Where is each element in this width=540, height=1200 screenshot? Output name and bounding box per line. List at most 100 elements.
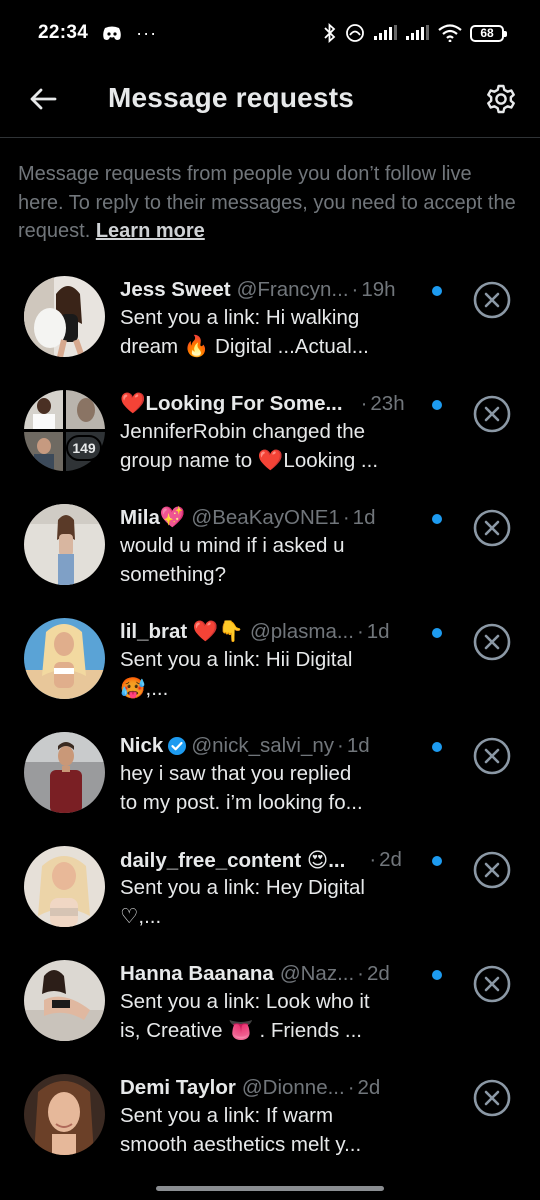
request-row[interactable]: Demi Taylor @Dionne... · 2d Sent you a l…	[0, 1068, 540, 1182]
dismiss-request-button[interactable]	[472, 280, 512, 320]
sender-name: Nick	[120, 734, 164, 757]
status-right: 68	[324, 23, 507, 43]
close-circle-icon	[473, 1079, 511, 1117]
sender-handle: @BeaKayONE1	[191, 506, 340, 529]
request-content: Demi Taylor @Dionne... · 2d Sent you a l…	[120, 1074, 450, 1159]
separator-dot: ·	[337, 734, 344, 757]
avatar	[24, 504, 105, 585]
dismiss-request-button[interactable]	[472, 850, 512, 890]
close-circle-icon	[473, 623, 511, 661]
separator-dot: ·	[357, 962, 364, 985]
message-preview: hey i saw that you replied to my post. i…	[120, 762, 363, 814]
gear-icon	[487, 84, 515, 114]
close-circle-icon	[473, 965, 511, 1003]
request-content: daily_free_content 😍... · 2d Sent you a …	[120, 846, 450, 931]
dismiss-request-button[interactable]	[472, 964, 512, 1004]
request-header: Nick @nick_salvi_ny · 1d	[120, 732, 450, 760]
separator-dot: ·	[351, 278, 359, 301]
request-header: Jess Sweet @Francyn... · 19h	[120, 276, 450, 304]
unread-indicator	[432, 514, 442, 524]
sender-handle: @nick_salvi_ny	[191, 734, 335, 757]
unread-indicator	[432, 628, 442, 638]
sender-handle: @Dionne...	[241, 1076, 345, 1099]
sender-handle: @plasma...	[249, 620, 354, 643]
request-header: lil_brat ❤️👇 @plasma... · 1d	[120, 618, 450, 646]
separator-dot: ·	[347, 1076, 355, 1099]
avatar	[24, 732, 105, 813]
status-time: 22:34	[38, 22, 89, 43]
back-button[interactable]	[26, 82, 60, 116]
group-name: ❤️Looking For Some...	[120, 392, 343, 415]
battery-indicator: 68	[470, 24, 507, 42]
dismiss-request-button[interactable]	[472, 1078, 512, 1118]
group-member-count: 149	[66, 435, 102, 461]
avatar	[24, 960, 105, 1041]
separator-dot: ·	[360, 392, 368, 415]
sender-name: lil_brat ❤️👇	[120, 620, 244, 643]
avatar	[24, 276, 105, 357]
request-row[interactable]: Mila💖 @BeaKayONE1 · 1d would u mind if i…	[0, 498, 540, 612]
avatar	[24, 618, 105, 699]
bluetooth-icon	[324, 23, 336, 43]
request-row[interactable]: Hanna Baanana @Naz... · 2d Sent you a li…	[0, 954, 540, 1068]
unread-indicator	[432, 400, 442, 410]
sender-name: Jess Sweet	[120, 278, 231, 301]
sender-name: daily_free_content 😍...	[120, 848, 346, 872]
request-row[interactable]: lil_brat ❤️👇 @plasma... · 1d Sent you a …	[0, 612, 540, 726]
message-preview: Sent you a link: If warm smooth aestheti…	[120, 1104, 362, 1156]
discord-icon	[102, 26, 122, 41]
request-row[interactable]: Jess Sweet @Francyn... · 19h Sent you a …	[0, 270, 540, 384]
timestamp: 2d	[357, 1076, 381, 1099]
close-circle-icon	[473, 737, 511, 775]
separator-dot: ·	[356, 620, 364, 643]
sender-name: Mila💖	[120, 506, 186, 529]
message-preview: Sent you a link: Hi walking dream 🔥 Digi…	[120, 306, 369, 358]
request-row[interactable]: daily_free_content 😍... · 2d Sent you a …	[0, 840, 540, 954]
intro-text: Message requests from people you don’t f…	[18, 160, 522, 246]
avatar	[24, 846, 105, 927]
unread-indicator	[432, 856, 442, 866]
timestamp: 1d	[366, 620, 390, 643]
sender-handle: @Naz...	[279, 962, 355, 985]
request-content: lil_brat ❤️👇 @plasma... · 1d Sent you a …	[120, 618, 450, 703]
request-header: daily_free_content 😍... · 2d	[120, 846, 450, 874]
message-preview: Sent you a link: Hii Digital 🥵,...	[120, 648, 353, 700]
close-circle-icon	[473, 509, 511, 547]
dismiss-request-button[interactable]	[472, 508, 512, 548]
dismiss-request-button[interactable]	[472, 736, 512, 776]
sender-handle: @Francyn...	[236, 278, 349, 301]
unread-indicator	[432, 970, 442, 980]
home-indicator[interactable]	[156, 1186, 384, 1191]
intro-description: Message requests from people you don’t f…	[18, 163, 516, 242]
page-title: Message requests	[108, 82, 354, 113]
signal-icon-2	[406, 25, 430, 41]
sender-name: Demi Taylor	[120, 1076, 236, 1099]
request-row[interactable]: Nick @nick_salvi_ny · 1d hey i saw that …	[0, 726, 540, 840]
request-content: Mila💖 @BeaKayONE1 · 1d would u mind if i…	[120, 504, 450, 589]
avatar	[24, 1074, 105, 1155]
request-content: Nick @nick_salvi_ny · 1d hey i saw that …	[120, 732, 450, 817]
timestamp: 19h	[361, 278, 396, 301]
dismiss-request-button[interactable]	[472, 622, 512, 662]
sender-name: Hanna Baanana	[120, 962, 274, 985]
message-preview: Sent you a link: Look who it is, Creativ…	[120, 990, 370, 1042]
close-circle-icon	[473, 395, 511, 433]
dismiss-request-button[interactable]	[472, 394, 512, 434]
request-header: Hanna Baanana @Naz... · 2d	[120, 960, 450, 988]
more-notifications-icon: ···	[136, 22, 158, 43]
timestamp: 1d	[346, 734, 370, 757]
timestamp: 1d	[352, 506, 376, 529]
message-preview: Sent you a link: Hey Digital ♡,...	[120, 876, 365, 928]
request-header: ❤️Looking For Some... · 23h	[120, 390, 450, 418]
learn-more-link[interactable]: Learn more	[96, 220, 205, 242]
unread-indicator	[432, 742, 442, 752]
status-bar: 22:34 ··· 68	[0, 0, 540, 66]
timestamp: 2d	[379, 848, 402, 871]
timestamp: 2d	[367, 962, 390, 985]
status-left: 22:34 ···	[38, 22, 157, 44]
message-preview: JenniferRobin changed the group name to …	[120, 420, 379, 472]
settings-button[interactable]	[482, 80, 520, 118]
close-circle-icon	[473, 281, 511, 319]
timestamp: 23h	[370, 392, 405, 415]
request-row[interactable]: 149 ❤️Looking For Some... · 23h Jennifer…	[0, 384, 540, 498]
